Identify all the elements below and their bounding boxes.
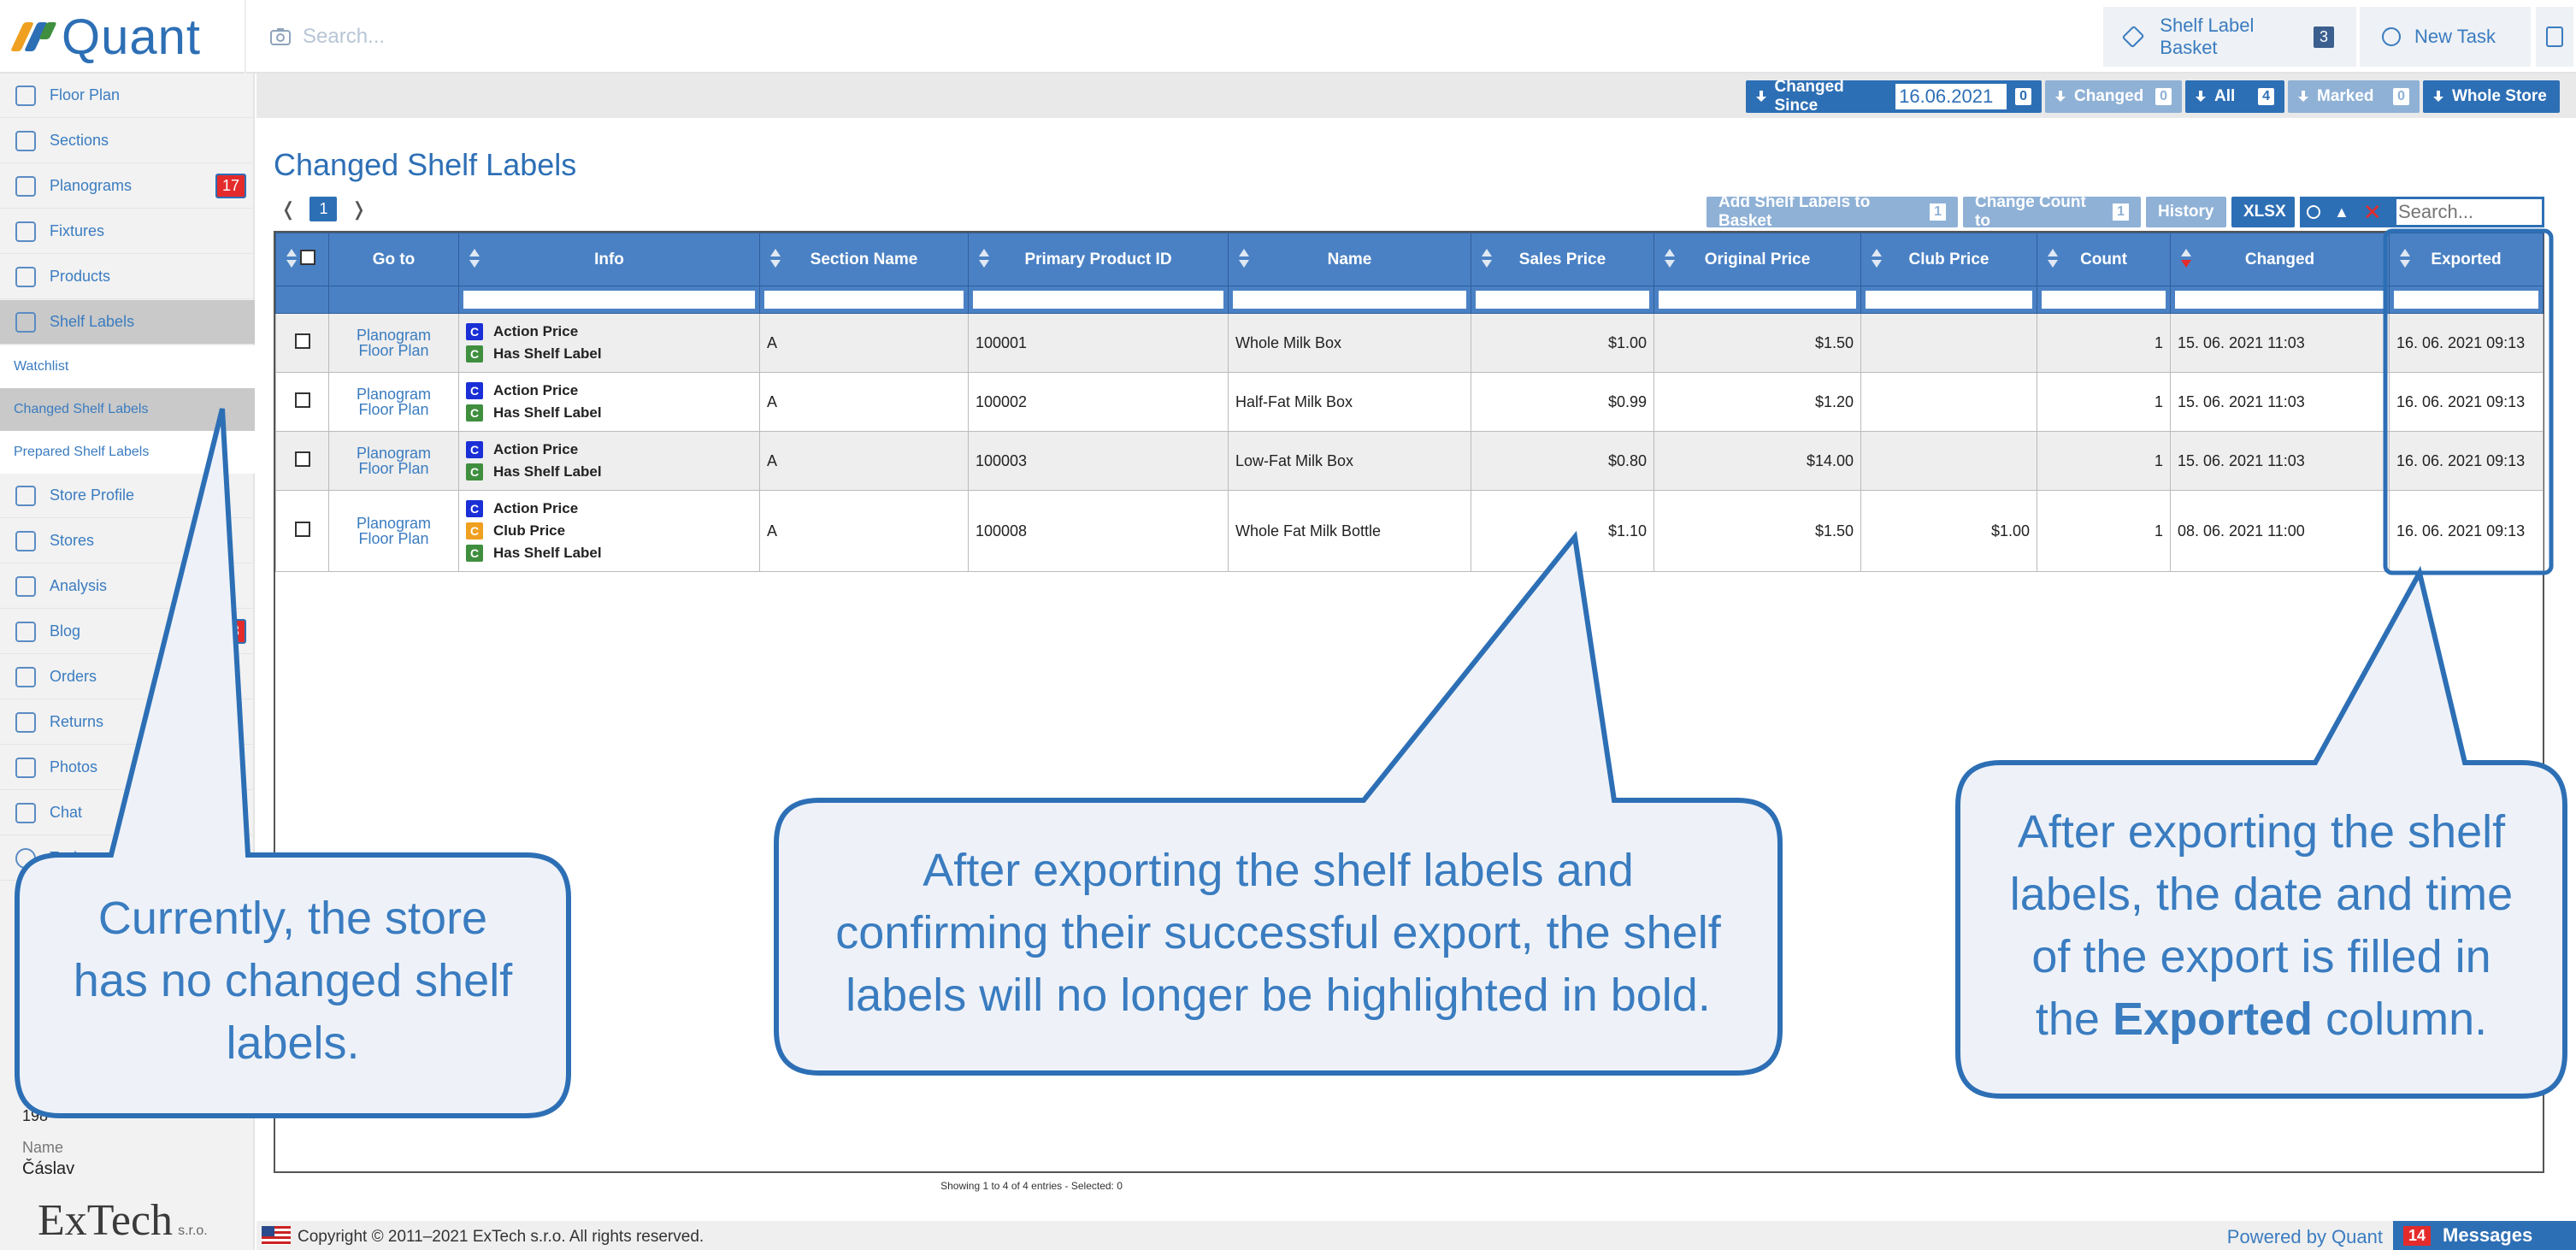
callout-middle-line: labels will no longer be highlighted in …	[846, 970, 1711, 1021]
callout-left-line: has no changed shelf	[73, 955, 513, 1006]
callout-left-line: Currently, the store	[97, 893, 488, 944]
callout-middle-line: confirming their successful export, the …	[835, 907, 1721, 958]
callout-text: column.	[2325, 994, 2488, 1045]
callout-middle-line: After exporting the shelf labels and	[923, 845, 1634, 896]
callout-right-line: After exporting the shelf	[2017, 806, 2506, 858]
exported-column-highlight	[2383, 228, 2554, 575]
callout-bold-text: Exported	[2112, 994, 2314, 1045]
callout-right-line: the Exported column.	[1966, 988, 2556, 1051]
callout-left-text: Currently, the store has no changed shel…	[34, 887, 551, 1075]
callout-right-line: labels, the date and time	[2009, 869, 2514, 920]
callout-middle-text: After exporting the shelf labels and con…	[795, 840, 1761, 1027]
callout-right-text: After exporting the shelf labels, the da…	[1966, 801, 2556, 1051]
callout-left-line: labels.	[226, 1017, 360, 1069]
callout-text: the	[2035, 994, 2100, 1045]
callout-right-line: of the export is filled in	[2031, 931, 2491, 982]
